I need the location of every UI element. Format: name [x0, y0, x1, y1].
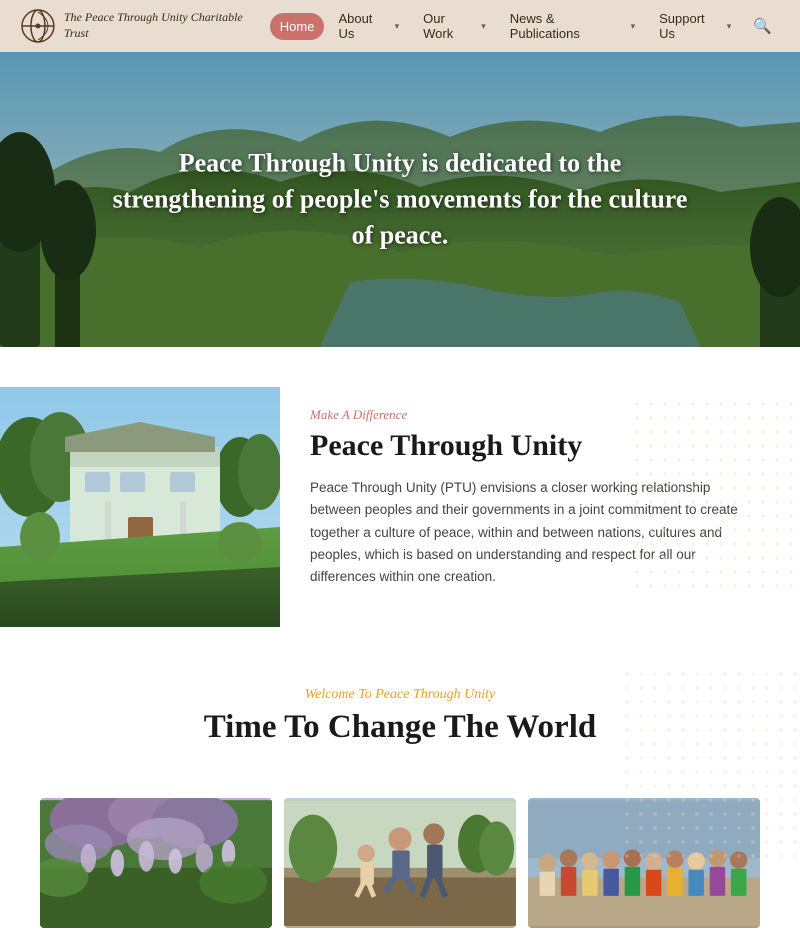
- chevron-down-icon: ▾: [727, 21, 732, 32]
- intro-label: Make A Difference: [310, 407, 750, 423]
- hero-text-block: Peace Through Unity is dedicated to the …: [110, 145, 690, 254]
- nav-work[interactable]: Our Work ▾: [413, 5, 496, 47]
- logo-area: The Peace Through Unity Charitable Trust: [20, 8, 270, 44]
- planting-svg: [284, 798, 516, 928]
- nav-home[interactable]: Home: [270, 13, 325, 40]
- grid-image-planting: [284, 798, 516, 928]
- welcome-label: Welcome To Peace Through Unity: [40, 687, 760, 703]
- grid-image-flowers: [40, 798, 272, 928]
- building-svg: [0, 387, 280, 627]
- intro-heading: Peace Through Unity: [310, 429, 750, 463]
- hero-heading: Peace Through Unity is dedicated to the …: [110, 145, 690, 254]
- navbar: The Peace Through Unity Charitable Trust…: [0, 0, 800, 52]
- search-icon[interactable]: 🔍: [745, 11, 780, 42]
- flowers-svg: [40, 798, 272, 928]
- intro-image: [0, 387, 280, 627]
- chevron-down-icon: ▾: [481, 21, 486, 32]
- image-grid: [0, 798, 800, 948]
- logo-text: The Peace Through Unity Charitable Trust: [64, 10, 270, 41]
- group-svg: [528, 798, 760, 928]
- nav-about[interactable]: About Us ▾: [328, 5, 409, 47]
- intro-body: Peace Through Unity (PTU) envisions a cl…: [310, 477, 750, 588]
- chevron-down-icon: ▾: [395, 21, 400, 32]
- hero-section: Peace Through Unity is dedicated to the …: [0, 52, 800, 347]
- nav-links: Home About Us ▾ Our Work ▾ News & Public…: [270, 5, 780, 47]
- change-heading: Time To Change The World: [40, 709, 760, 746]
- nav-news[interactable]: News & Publications ▾: [500, 5, 645, 47]
- intro-text: Make A Difference Peace Through Unity Pe…: [280, 387, 800, 627]
- nav-support[interactable]: Support Us ▾: [649, 5, 741, 47]
- change-section: Welcome To Peace Through Unity Time To C…: [0, 667, 800, 798]
- logo-icon: [20, 8, 56, 44]
- grid-image-group: [528, 798, 760, 928]
- chevron-down-icon: ▾: [631, 21, 636, 32]
- intro-section: Make A Difference Peace Through Unity Pe…: [0, 347, 800, 667]
